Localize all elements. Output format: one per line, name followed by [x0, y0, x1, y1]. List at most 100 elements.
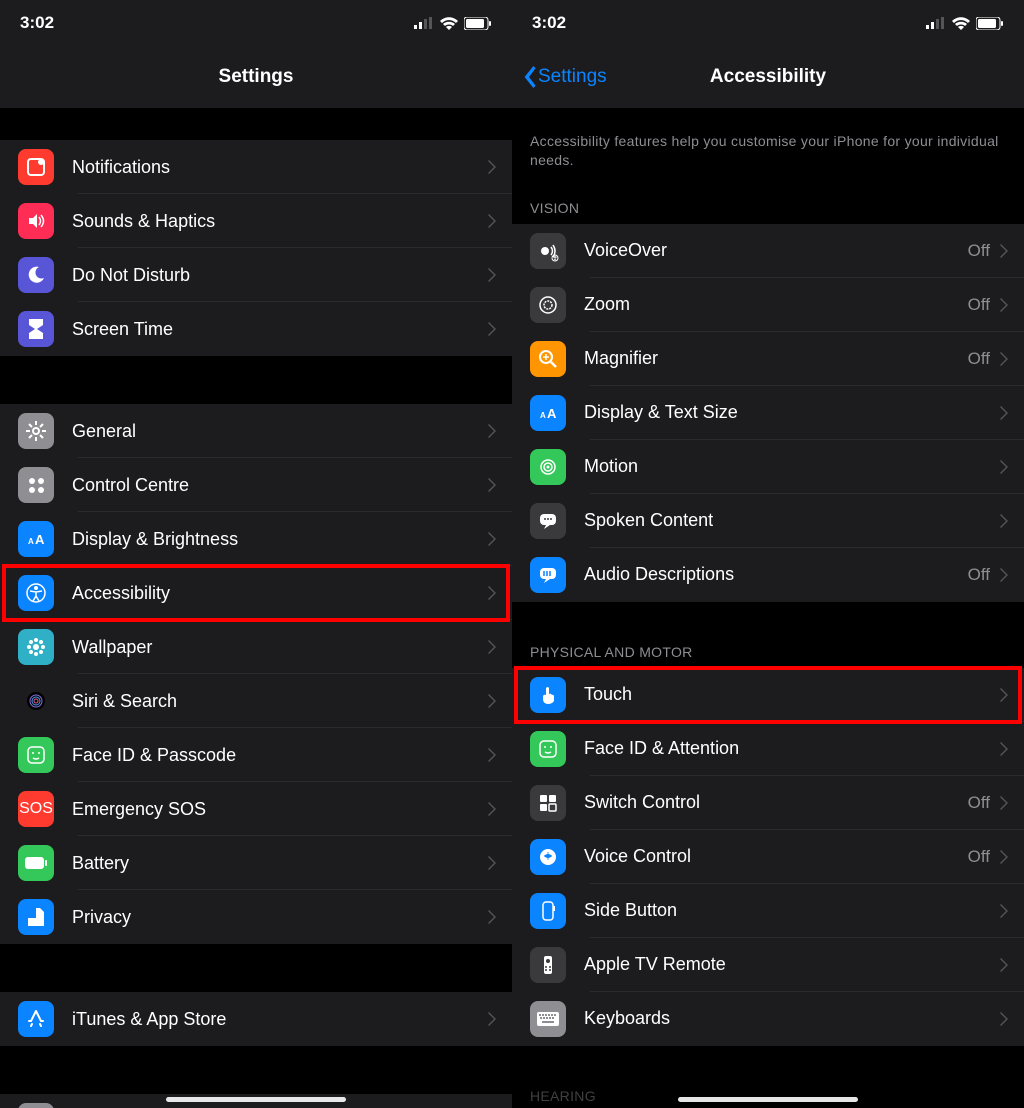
- row-label: Zoom: [584, 294, 968, 315]
- chevron-right-icon: [488, 748, 496, 762]
- row-label: Battery: [72, 853, 484, 874]
- page-title: Accessibility: [710, 66, 826, 88]
- home-indicator[interactable]: [166, 1097, 346, 1102]
- svg-text:A: A: [35, 532, 45, 547]
- row-battery[interactable]: Battery: [0, 836, 512, 890]
- row-faceid[interactable]: Face ID & Passcode: [0, 728, 512, 782]
- battery-icon: [976, 17, 1004, 30]
- row-accessibility[interactable]: Accessibility: [0, 566, 512, 620]
- faceid2-icon: [530, 731, 566, 767]
- voicectrl-icon: [530, 839, 566, 875]
- chevron-right-icon: [488, 532, 496, 546]
- motion-icon: [530, 449, 566, 485]
- chevron-right-icon: [488, 160, 496, 174]
- row-spoken[interactable]: Spoken Content: [512, 494, 1024, 548]
- nav-bar: Settings Accessibility: [512, 46, 1024, 108]
- chevron-right-icon: [488, 322, 496, 336]
- wifi-icon: [440, 17, 458, 30]
- row-label: Switch Control: [584, 792, 968, 813]
- row-label: Display & Text Size: [584, 402, 996, 423]
- row-privacy[interactable]: Privacy: [0, 890, 512, 944]
- row-magnifier[interactable]: MagnifierOff: [512, 332, 1024, 386]
- status-bar: 3:02: [512, 0, 1024, 46]
- back-button[interactable]: Settings: [522, 46, 607, 108]
- chevron-right-icon: [1000, 742, 1008, 756]
- row-label: Do Not Disturb: [72, 265, 484, 286]
- screen-accessibility: 3:02 Settings Accessibility Accessibilit…: [512, 0, 1024, 1108]
- cellular-signal-icon: [414, 17, 434, 29]
- row-controlcentre[interactable]: Control Centre: [0, 458, 512, 512]
- row-value: Off: [968, 565, 990, 585]
- chevron-right-icon: [1000, 688, 1008, 702]
- row-value: Off: [968, 241, 990, 261]
- row-siri[interactable]: Siri & Search: [0, 674, 512, 728]
- chevron-right-icon: [1000, 298, 1008, 312]
- row-label: Keyboards: [584, 1008, 996, 1029]
- zoom-icon: [530, 287, 566, 323]
- row-touch[interactable]: Touch: [512, 668, 1024, 722]
- section-vision-header: VISION: [512, 190, 1024, 224]
- row-label: Touch: [584, 684, 996, 705]
- privacy-icon: [18, 899, 54, 935]
- switch-icon: [530, 785, 566, 821]
- row-notifications[interactable]: Notifications: [0, 140, 512, 194]
- screentime-icon: [18, 311, 54, 347]
- row-switch[interactable]: Switch ControlOff: [512, 776, 1024, 830]
- row-tvremote[interactable]: Apple TV Remote: [512, 938, 1024, 992]
- displaytext-icon: AA: [530, 395, 566, 431]
- row-voiceover[interactable]: VoiceOverOff: [512, 224, 1024, 278]
- row-general[interactable]: General: [0, 404, 512, 458]
- row-label: Notifications: [72, 157, 484, 178]
- row-keyboards[interactable]: Keyboards: [512, 992, 1024, 1046]
- battery-icon: [18, 845, 54, 881]
- accessibility-list[interactable]: Accessibility features help you customis…: [512, 108, 1024, 1108]
- row-wallpaper[interactable]: Wallpaper: [0, 620, 512, 674]
- row-appstore[interactable]: iTunes & App Store: [0, 992, 512, 1046]
- chevron-right-icon: [488, 586, 496, 600]
- notifications-icon: [18, 149, 54, 185]
- row-value: Off: [968, 295, 990, 315]
- battery-icon: [464, 17, 492, 30]
- settings-list[interactable]: Notifications Sounds & Haptics Do Not Dist…: [0, 108, 512, 1108]
- row-display[interactable]: AADisplay & Brightness: [0, 512, 512, 566]
- row-sounds[interactable]: Sounds & Haptics: [0, 194, 512, 248]
- row-label: Voice Control: [584, 846, 968, 867]
- sos-icon: SOS: [18, 791, 54, 827]
- row-dnd[interactable]: Do Not Disturb: [0, 248, 512, 302]
- row-audiodesc[interactable]: Audio DescriptionsOff: [512, 548, 1024, 602]
- faceid-icon: [18, 737, 54, 773]
- chevron-right-icon: [488, 694, 496, 708]
- row-sidebtn[interactable]: Side Button: [512, 884, 1024, 938]
- touch-icon: [530, 677, 566, 713]
- chevron-right-icon: [1000, 568, 1008, 582]
- row-label: Sounds & Haptics: [72, 211, 484, 232]
- row-zoom[interactable]: ZoomOff: [512, 278, 1024, 332]
- status-time: 3:02: [532, 13, 566, 33]
- accessibility-icon: [18, 575, 54, 611]
- row-displaytext[interactable]: AA Display & Text Size: [512, 386, 1024, 440]
- chevron-right-icon: [1000, 850, 1008, 864]
- chevron-right-icon: [488, 856, 496, 870]
- row-label: Screen Time: [72, 319, 484, 340]
- row-motion[interactable]: Motion: [512, 440, 1024, 494]
- screen-settings: 3:02 Settings Notifications Sounds & Hapt…: [0, 0, 512, 1108]
- chevron-right-icon: [1000, 352, 1008, 366]
- row-faceid2[interactable]: Face ID & Attention: [512, 722, 1024, 776]
- row-screentime[interactable]: Screen Time: [0, 302, 512, 356]
- page-title: Settings: [219, 66, 294, 88]
- row-label: iTunes & App Store: [72, 1009, 484, 1030]
- row-label: Accessibility: [72, 583, 484, 604]
- home-indicator[interactable]: [678, 1097, 858, 1102]
- chevron-right-icon: [488, 1012, 496, 1026]
- keyboards-icon: [530, 1001, 566, 1037]
- chevron-right-icon: [488, 478, 496, 492]
- controlcentre-icon: [18, 467, 54, 503]
- siri-icon: [18, 683, 54, 719]
- row-label: Display & Brightness: [72, 529, 484, 550]
- row-label: Audio Descriptions: [584, 564, 968, 585]
- chevron-right-icon: [488, 910, 496, 924]
- row-sos[interactable]: SOSEmergency SOS: [0, 782, 512, 836]
- row-voicectrl[interactable]: Voice ControlOff: [512, 830, 1024, 884]
- status-bar: 3:02: [0, 0, 512, 46]
- row-label: Siri & Search: [72, 691, 484, 712]
